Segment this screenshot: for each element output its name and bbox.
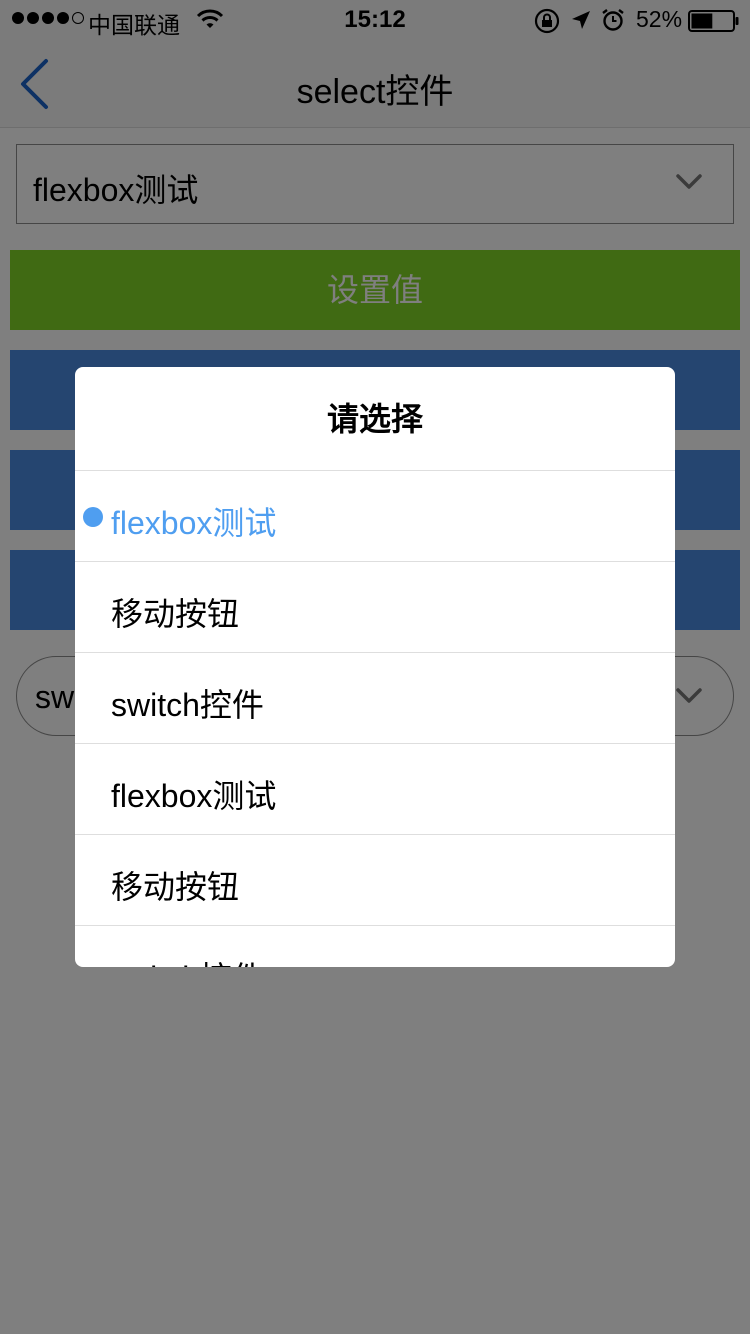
picker-option-label: flexbox测试 bbox=[111, 505, 277, 541]
picker-options-list: flexbox测试移动按钮 switch控件 flexbox测试移动按钮 switch… bbox=[75, 471, 675, 967]
picker-option-label: switch控件 bbox=[111, 953, 264, 967]
picker-option[interactable]: 移动按钮 bbox=[75, 835, 675, 926]
selected-radio-icon bbox=[83, 507, 103, 527]
picker-option[interactable]: switch控件 bbox=[75, 653, 675, 744]
picker-dialog: 请选择 flexbox测试移动按钮 switch控件 flexbox测试移动按钮 sw… bbox=[75, 367, 675, 967]
picker-option[interactable]: 移动按钮 bbox=[75, 562, 675, 653]
picker-option-label: flexbox测试 bbox=[111, 778, 277, 814]
picker-option[interactable]: switch控件 bbox=[75, 926, 675, 967]
picker-option[interactable]: flexbox测试 bbox=[75, 744, 675, 835]
picker-option[interactable]: flexbox测试 bbox=[75, 471, 675, 562]
picker-title: 请选择 bbox=[75, 367, 675, 471]
picker-option-label: switch控件 bbox=[111, 687, 264, 723]
picker-option-label: 移动按钮 bbox=[111, 596, 240, 632]
picker-option-label: 移动按钮 bbox=[111, 869, 240, 905]
